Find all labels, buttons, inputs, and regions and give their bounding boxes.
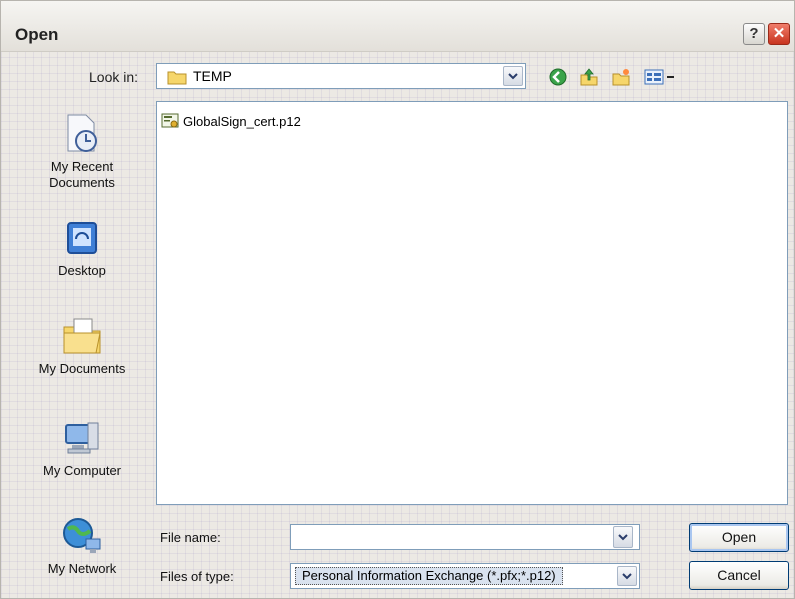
- place-my-documents[interactable]: My Documents: [19, 313, 145, 377]
- file-type-label: Files of type:: [160, 569, 234, 584]
- file-type-dropdown[interactable]: Personal Information Exchange (*.pfx;*.p…: [290, 563, 640, 589]
- file-name-input[interactable]: [290, 524, 640, 550]
- place-label: My Computer: [42, 463, 122, 478]
- place-label: My Network: [47, 561, 117, 576]
- file-list[interactable]: GlobalSign_cert.p12: [156, 101, 788, 505]
- help-button[interactable]: ?: [743, 23, 765, 45]
- desktop-icon: [67, 222, 97, 254]
- recent-documents-icon: [67, 114, 97, 152]
- window-title: Open: [15, 25, 59, 44]
- place-my-computer[interactable]: My Computer: [19, 419, 145, 479]
- file-item[interactable]: GlobalSign_cert.p12: [161, 112, 301, 130]
- place-recent-documents[interactable]: My Recent Documents: [19, 111, 145, 191]
- place-desktop[interactable]: Desktop: [19, 219, 145, 279]
- certificate-file-icon: [161, 113, 179, 128]
- place-label: My Recent Documents: [49, 159, 115, 190]
- file-name: GlobalSign_cert.p12: [183, 113, 301, 129]
- file-type-value: Personal Information Exchange (*.pfx;*.p…: [295, 567, 563, 585]
- close-button[interactable]: ✕: [768, 23, 790, 45]
- look-in-dropdown-button[interactable]: [503, 66, 523, 86]
- open-button[interactable]: Open: [689, 523, 789, 552]
- chevron-down-icon: [508, 72, 518, 79]
- file-name-label: File name:: [160, 530, 221, 545]
- up-folder-icon[interactable]: [579, 67, 599, 87]
- look-in-value: TEMP: [193, 68, 232, 84]
- chevron-down-icon: [618, 533, 628, 540]
- view-menu-icon[interactable]: [644, 67, 678, 87]
- place-label: Desktop: [58, 263, 106, 278]
- look-in-dropdown[interactable]: TEMP: [156, 63, 526, 89]
- my-network-icon: [63, 518, 101, 553]
- look-in-label: Look in:: [89, 69, 139, 85]
- place-label: My Documents: [38, 361, 126, 376]
- my-computer-icon: [65, 422, 99, 454]
- my-documents-icon: [63, 318, 101, 354]
- new-folder-icon[interactable]: [611, 67, 631, 87]
- folder-icon: [167, 71, 187, 85]
- cancel-button[interactable]: Cancel: [689, 561, 789, 590]
- title-bar[interactable]: Open ? ✕: [1, 1, 794, 52]
- chevron-down-icon: [622, 572, 632, 579]
- file-type-dropdown-button[interactable]: [617, 566, 637, 586]
- file-name-dropdown-button[interactable]: [613, 526, 633, 548]
- places-bar: My Recent Documents Desktop My Documents: [19, 101, 145, 593]
- place-my-network[interactable]: My Network: [19, 515, 145, 577]
- open-dialog: Open ? ✕ Look in: TEMP My Recent Documen…: [0, 0, 795, 599]
- back-icon[interactable]: [548, 67, 568, 87]
